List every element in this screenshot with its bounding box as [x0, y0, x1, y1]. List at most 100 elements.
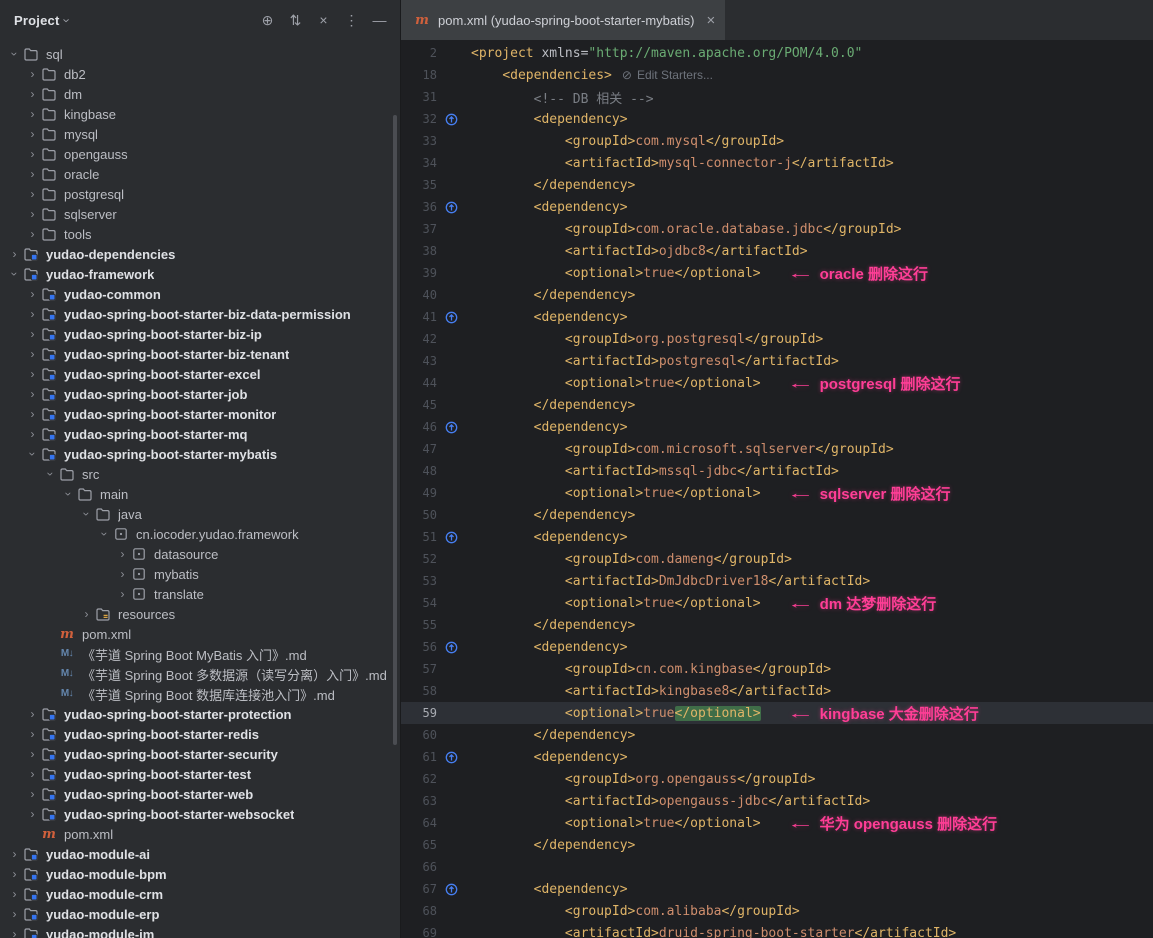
tree-item-src[interactable]: ›src	[0, 464, 400, 484]
line-number[interactable]: 52	[401, 552, 437, 566]
tree-item-yudao-spring-boot-starter-websocket[interactable]: ›yudao-spring-boot-starter-websocket	[0, 804, 400, 824]
line-number[interactable]: 41	[401, 310, 437, 324]
code-text[interactable]: <groupId>com.alibaba</groupId>	[471, 904, 800, 919]
tree-item-opengauss[interactable]: ›opengauss	[0, 144, 400, 164]
code-line[interactable]: 52 <groupId>com.dameng</groupId>	[401, 548, 1153, 570]
code-line[interactable]: 37 <groupId>com.oracle.database.jdbc</gr…	[401, 218, 1153, 240]
code-line[interactable]: 63 <artifactId>opengauss-jdbc</artifactI…	[401, 790, 1153, 812]
code-line[interactable]: 51 <dependency>	[401, 526, 1153, 548]
code-line[interactable]: 48 <artifactId>mssql-jdbc</artifactId>	[401, 460, 1153, 482]
tree-item-datasource[interactable]: ›datasource	[0, 544, 400, 564]
line-number[interactable]: 43	[401, 354, 437, 368]
code-text[interactable]: <groupId>org.opengauss</groupId>	[471, 772, 815, 787]
tree-item-yudao-spring-boot-starter-job[interactable]: ›yudao-spring-boot-starter-job	[0, 384, 400, 404]
tree-item-spring-boot-mybatis-md[interactable]: M↓《芋道 Spring Boot MyBatis 入门》.md	[0, 644, 400, 664]
tree-item-yudao-framework[interactable]: ›yudao-framework	[0, 264, 400, 284]
line-number[interactable]: 53	[401, 574, 437, 588]
project-tree-scrollbar[interactable]	[393, 115, 397, 745]
tree-item-yudao-spring-boot-starter-biz-ip[interactable]: ›yudao-spring-boot-starter-biz-ip	[0, 324, 400, 344]
code-text[interactable]: <optional>true</optional>	[471, 596, 761, 611]
tree-item-sql[interactable]: ›sql	[0, 44, 400, 64]
code-text[interactable]: <artifactId>ojdbc8</artifactId>	[471, 244, 808, 259]
tree-item-yudao-spring-boot-starter-biz-data-permission[interactable]: ›yudao-spring-boot-starter-biz-data-perm…	[0, 304, 400, 324]
maven-dependency-gutter-icon[interactable]	[441, 311, 461, 324]
line-number[interactable]: 60	[401, 728, 437, 742]
line-number[interactable]: 35	[401, 178, 437, 192]
code-line[interactable]: 34 <artifactId>mysql-connector-j</artifa…	[401, 152, 1153, 174]
code-line[interactable]: 62 <groupId>org.opengauss</groupId>	[401, 768, 1153, 790]
chevron-right-icon[interactable]: ›	[6, 908, 23, 920]
tree-item-yudao-spring-boot-starter-monitor[interactable]: ›yudao-spring-boot-starter-monitor	[0, 404, 400, 424]
tree-item-mysql[interactable]: ›mysql	[0, 124, 400, 144]
chevron-right-icon[interactable]: ›	[24, 308, 41, 320]
line-number[interactable]: 39	[401, 266, 437, 280]
tree-item-pom-xml[interactable]: mpom.xml	[0, 824, 400, 844]
code-line[interactable]: 45 </dependency>	[401, 394, 1153, 416]
line-number[interactable]: 57	[401, 662, 437, 676]
chevron-right-icon[interactable]: ›	[24, 708, 41, 720]
line-number[interactable]: 38	[401, 244, 437, 258]
maven-dependency-gutter-icon[interactable]	[441, 883, 461, 896]
line-number[interactable]: 2	[401, 46, 437, 60]
chevron-right-icon[interactable]: ›	[78, 608, 95, 620]
tree-item-yudao-spring-boot-starter-web[interactable]: ›yudao-spring-boot-starter-web	[0, 784, 400, 804]
code-line[interactable]: 35 </dependency>	[401, 174, 1153, 196]
code-line[interactable]: 31 <!-- DB 相关 -->	[401, 86, 1153, 108]
code-text[interactable]: </dependency>	[471, 178, 635, 193]
line-number[interactable]: 34	[401, 156, 437, 170]
line-number[interactable]: 48	[401, 464, 437, 478]
code-line[interactable]: 44 <optional>true</optional>←postgresql …	[401, 372, 1153, 394]
code-line[interactable]: 69 <artifactId>druid-spring-boot-starter…	[401, 922, 1153, 938]
tree-item-pom-xml[interactable]: mpom.xml	[0, 624, 400, 644]
code-line[interactable]: 36 <dependency>	[401, 196, 1153, 218]
code-text[interactable]: <optional>true</optional>	[471, 816, 761, 831]
code-line[interactable]: 56 <dependency>	[401, 636, 1153, 658]
chevron-right-icon[interactable]: ›	[24, 768, 41, 780]
code-text[interactable]: <dependency>	[471, 310, 628, 325]
chevron-right-icon[interactable]: ›	[24, 128, 41, 140]
line-number[interactable]: 65	[401, 838, 437, 852]
code-line[interactable]: 49 <optional>true</optional>←sqlserver 删…	[401, 482, 1153, 504]
line-number[interactable]: 64	[401, 816, 437, 830]
code-text[interactable]: <dependencies>	[471, 68, 612, 83]
maven-dependency-gutter-icon[interactable]	[441, 421, 461, 434]
line-number[interactable]: 37	[401, 222, 437, 236]
chevron-right-icon[interactable]: ›	[24, 68, 41, 80]
tree-item-yudao-spring-boot-starter-excel[interactable]: ›yudao-spring-boot-starter-excel	[0, 364, 400, 384]
code-text[interactable]: <groupId>com.mysql</groupId>	[471, 134, 784, 149]
line-number[interactable]: 51	[401, 530, 437, 544]
tree-item-spring-boot-md[interactable]: M↓《芋道 Spring Boot 数据库连接池入门》.md	[0, 684, 400, 704]
chevron-right-icon[interactable]: ›	[24, 328, 41, 340]
line-number[interactable]: 18	[401, 68, 437, 82]
code-line[interactable]: 32 <dependency>	[401, 108, 1153, 130]
chevron-right-icon[interactable]: ›	[24, 108, 41, 120]
code-line[interactable]: 53 <artifactId>DmJdbcDriver18</artifactI…	[401, 570, 1153, 592]
code-line[interactable]: 66	[401, 856, 1153, 878]
chevron-down-icon[interactable]: ›	[45, 466, 57, 483]
code-text[interactable]: </dependency>	[471, 838, 635, 853]
line-number[interactable]: 61	[401, 750, 437, 764]
line-number[interactable]: 36	[401, 200, 437, 214]
chevron-right-icon[interactable]: ›	[24, 188, 41, 200]
chevron-right-icon[interactable]: ›	[24, 368, 41, 380]
chevron-down-icon[interactable]: ›	[27, 446, 39, 463]
code-text[interactable]: <project xmlns="http://maven.apache.org/…	[471, 46, 862, 61]
line-number[interactable]: 45	[401, 398, 437, 412]
code-text[interactable]: <artifactId>mssql-jdbc</artifactId>	[471, 464, 839, 479]
line-number[interactable]: 49	[401, 486, 437, 500]
chevron-right-icon[interactable]: ›	[24, 288, 41, 300]
code-line[interactable]: 68 <groupId>com.alibaba</groupId>	[401, 900, 1153, 922]
line-number[interactable]: 55	[401, 618, 437, 632]
tree-item-kingbase[interactable]: ›kingbase	[0, 104, 400, 124]
tree-item-yudao-module-crm[interactable]: ›yudao-module-crm	[0, 884, 400, 904]
code-line[interactable]: 33 <groupId>com.mysql</groupId>	[401, 130, 1153, 152]
code-line[interactable]: 55 </dependency>	[401, 614, 1153, 636]
tree-item-sqlserver[interactable]: ›sqlserver	[0, 204, 400, 224]
code-text[interactable]: <artifactId>mysql-connector-j</artifactI…	[471, 156, 894, 171]
code-line[interactable]: 64 <optional>true</optional>←华为 opengaus…	[401, 812, 1153, 834]
code-line[interactable]: 43 <artifactId>postgresql</artifactId>	[401, 350, 1153, 372]
code-line[interactable]: 38 <artifactId>ojdbc8</artifactId>	[401, 240, 1153, 262]
tree-item-oracle[interactable]: ›oracle	[0, 164, 400, 184]
chevron-right-icon[interactable]: ›	[6, 248, 23, 260]
tree-item-yudao-module-erp[interactable]: ›yudao-module-erp	[0, 904, 400, 924]
